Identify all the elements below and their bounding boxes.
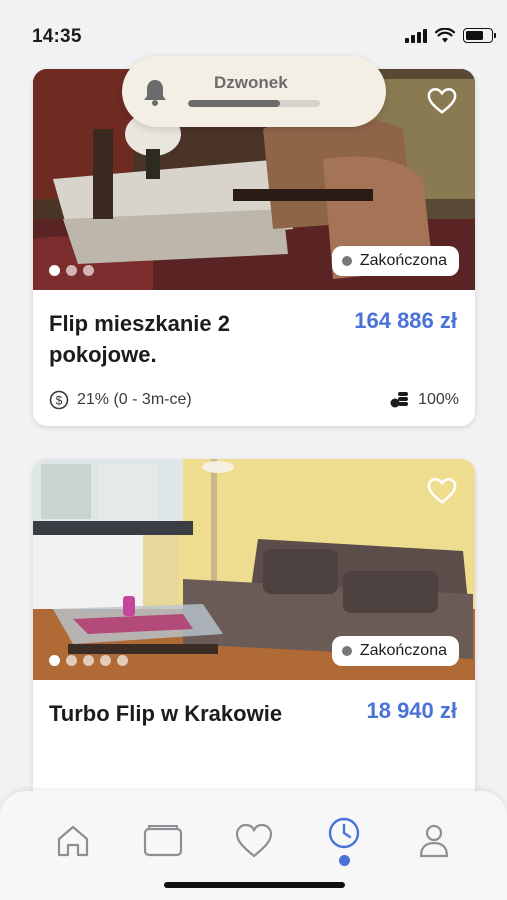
- battery-icon: [463, 28, 496, 43]
- listing-price: 18 940 zł: [366, 698, 457, 723]
- listing-photo[interactable]: Zakończona: [33, 459, 475, 680]
- photo-pager[interactable]: [49, 265, 94, 276]
- svg-text:$: $: [56, 394, 63, 408]
- pager-dot[interactable]: [83, 655, 94, 666]
- pager-dot[interactable]: [117, 655, 128, 666]
- pager-dot[interactable]: [49, 655, 60, 666]
- pager-dot[interactable]: [83, 265, 94, 276]
- listing-meta: $ 21% (0 - 3m-ce) 100%: [49, 390, 459, 410]
- dollar-circle-icon: $: [49, 390, 69, 410]
- return-info: $ 21% (0 - 3m-ce): [49, 390, 192, 410]
- wallet-icon[interactable]: [143, 821, 183, 861]
- user-icon[interactable]: [414, 821, 454, 861]
- status-icons: [405, 28, 496, 43]
- listing-title[interactable]: Turbo Flip w Krakowie: [49, 698, 299, 729]
- return-label: 21% (0 - 3m-ce): [77, 391, 192, 408]
- bell-icon: [144, 80, 166, 106]
- active-tab-dot: [339, 855, 350, 866]
- coins-icon: [390, 392, 409, 408]
- ringer-toast: Dzwonek: [122, 56, 386, 127]
- photo-pager[interactable]: [49, 655, 128, 666]
- listing-price: 164 886 zł: [354, 308, 457, 333]
- clock-icon[interactable]: [324, 815, 364, 855]
- heart-icon[interactable]: [427, 477, 457, 505]
- wifi-icon: [435, 28, 455, 43]
- heart-icon[interactable]: [427, 87, 457, 115]
- status-dot: [341, 256, 352, 266]
- home-indicator[interactable]: [164, 882, 345, 888]
- volume-bar: [188, 100, 320, 107]
- pager-dot[interactable]: [66, 265, 77, 276]
- pager-dot[interactable]: [66, 655, 77, 666]
- funding-info: 100%: [390, 391, 459, 409]
- home-icon[interactable]: [53, 821, 93, 861]
- status-time: 14:35: [32, 26, 82, 47]
- listing-title[interactable]: Flip mieszkanie 2 pokojowe.: [49, 308, 299, 370]
- heart-icon[interactable]: [234, 821, 274, 861]
- pager-dot[interactable]: [100, 655, 111, 666]
- signal-icon: [405, 28, 427, 43]
- volume-fill: [188, 100, 281, 107]
- listing-info: Flip mieszkanie 2 pokojowe. 164 886 zł $…: [33, 290, 475, 410]
- status-dot: [341, 646, 352, 656]
- funded-label: 100%: [418, 391, 459, 408]
- pager-dot[interactable]: [49, 265, 60, 276]
- status-label: Zakończona: [359, 252, 447, 269]
- status-badge: Zakończona: [331, 636, 459, 666]
- status-label: Zakończona: [359, 642, 447, 659]
- listing-info: Turbo Flip w Krakowie 18 940 zł: [33, 680, 475, 729]
- toast-label: Dzwonek: [214, 73, 288, 92]
- status-badge: Zakończona: [331, 246, 459, 276]
